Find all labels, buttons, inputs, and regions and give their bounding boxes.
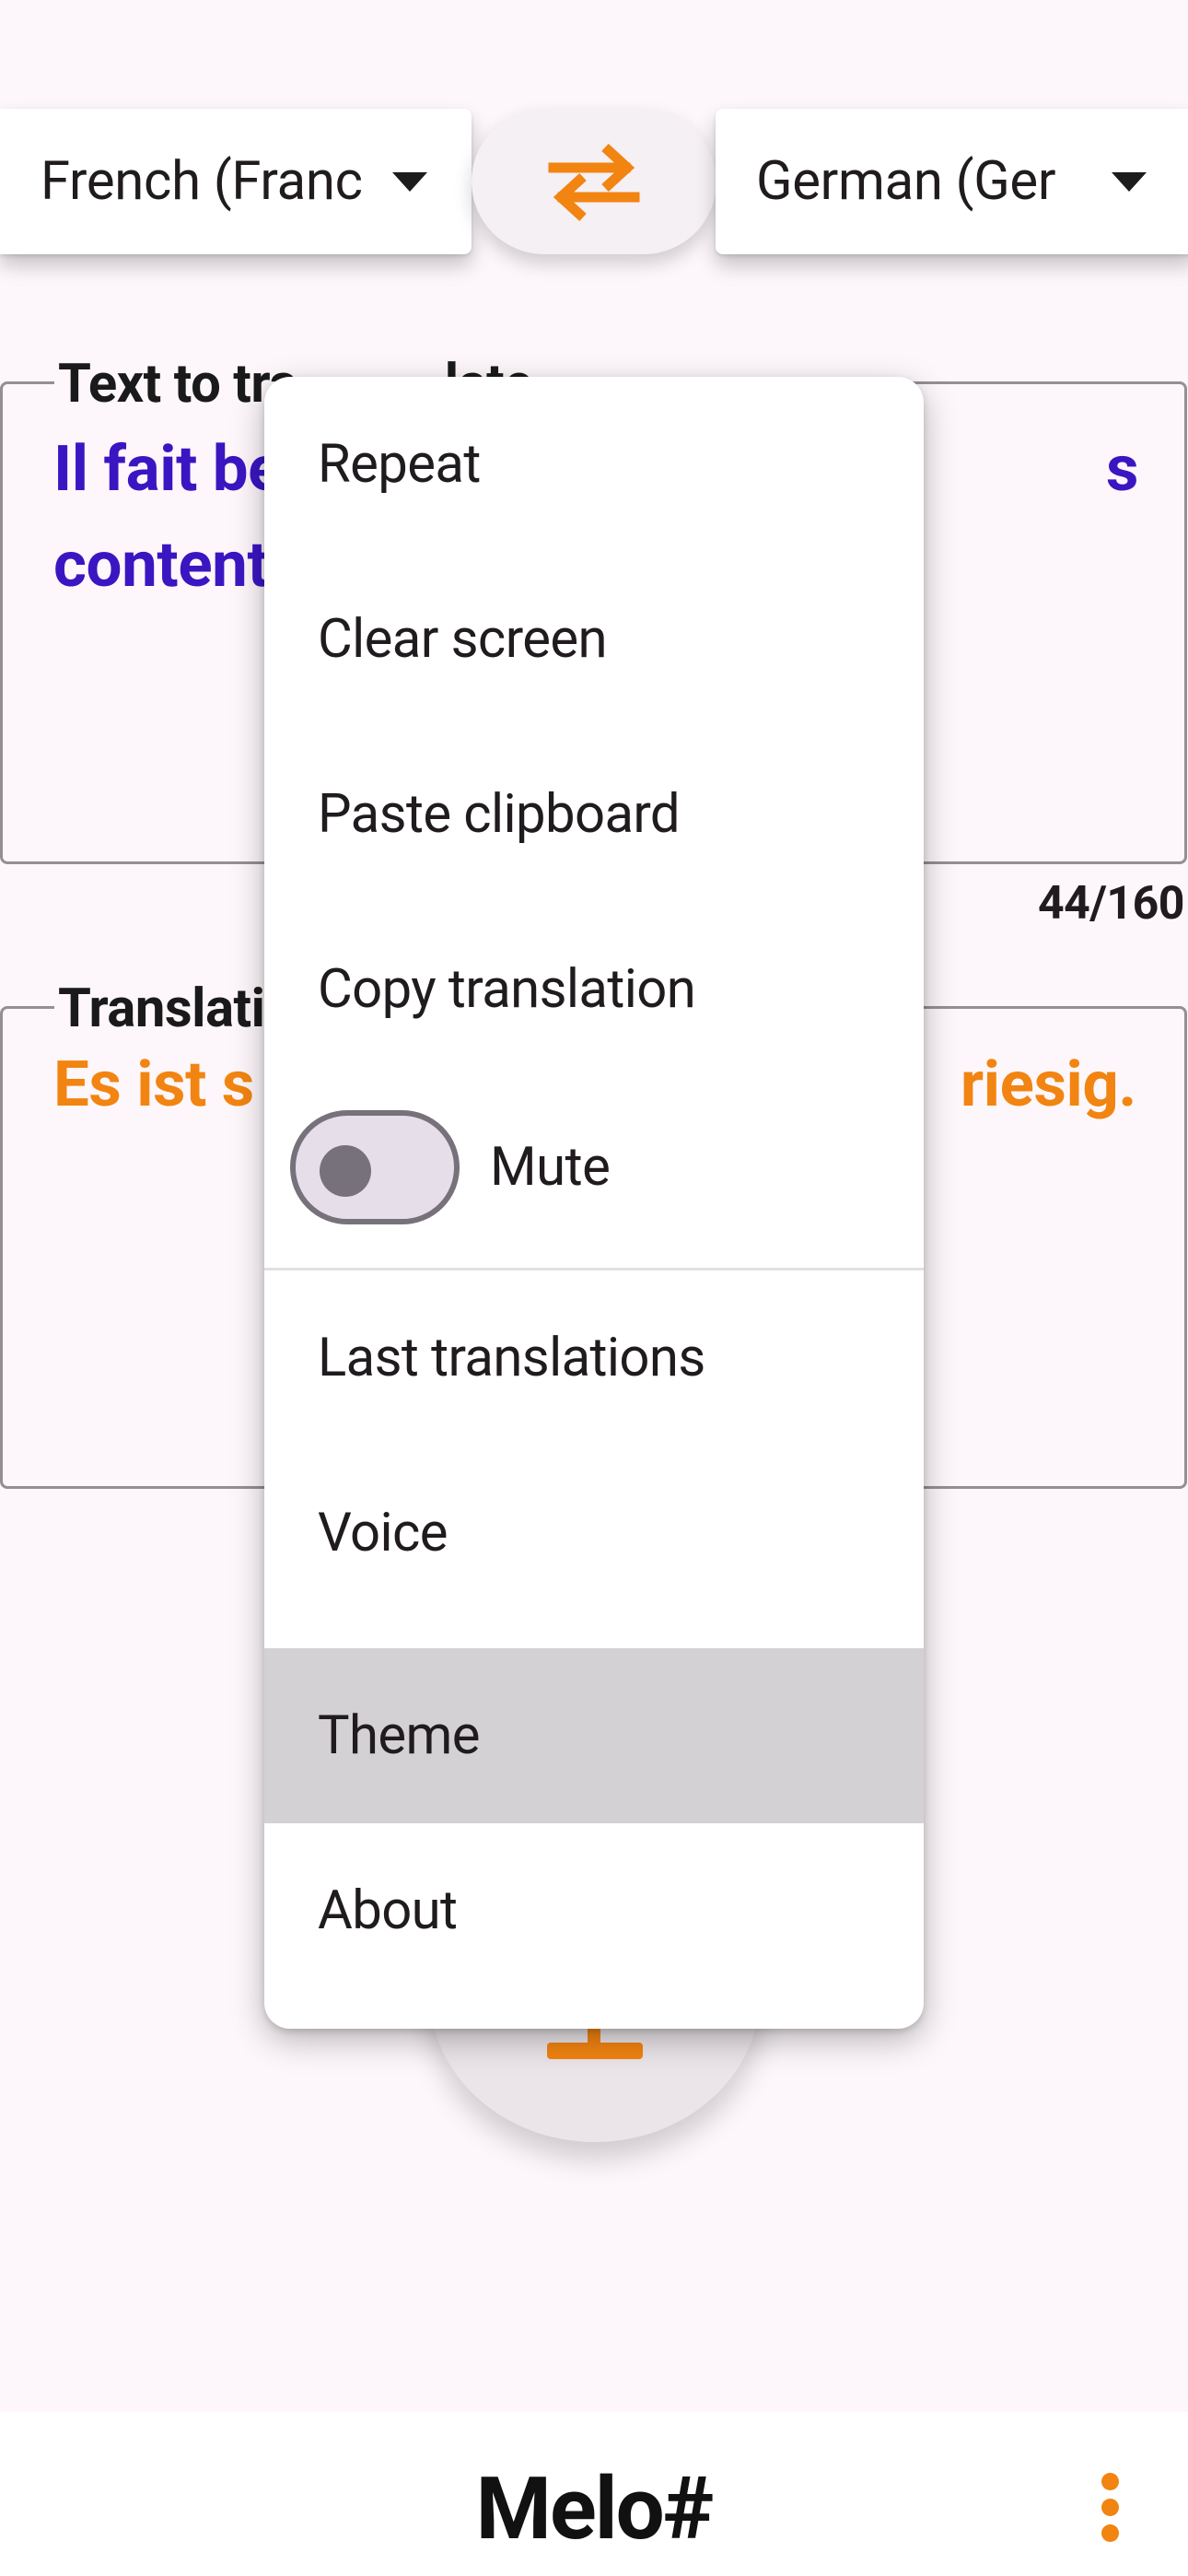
app-title: Melo# [475, 2458, 715, 2559]
translation-field-label: Translati [54, 978, 269, 1040]
character-counter: 44/160 [1038, 877, 1185, 931]
overflow-menu: Repeat Clear screen Paste clipboard Copy… [264, 377, 924, 2029]
swap-languages-button[interactable] [472, 109, 716, 254]
source-language-value: French (Franc [41, 150, 363, 213]
target-language-select[interactable]: German (Ger [716, 109, 1188, 254]
swap-arrows-icon [548, 143, 640, 222]
translation-text-tail: riesig. [960, 1047, 1137, 1121]
switch-thumb [320, 1145, 371, 1197]
microphone-icon-base [547, 2043, 643, 2059]
dropdown-arrow-icon [1112, 171, 1147, 192]
source-language-select[interactable]: French (Franc [0, 109, 472, 254]
source-text-line1: Il fait be [53, 431, 283, 506]
menu-item-repeat[interactable]: Repeat [264, 377, 924, 552]
mute-switch[interactable] [290, 1110, 460, 1224]
mute-toggle-row[interactable]: Mute [264, 1110, 924, 1248]
bottom-app-bar: Melo# [0, 2412, 1188, 2576]
source-text-line1-tail: s [1105, 431, 1138, 506]
menu-item-paste-clipboard[interactable]: Paste clipboard [264, 727, 924, 902]
dropdown-arrow-icon [392, 171, 427, 192]
dot [1101, 2473, 1119, 2490]
menu-item-about[interactable]: About [264, 1823, 924, 1998]
menu-item-voice[interactable]: Voice [264, 1446, 924, 1621]
more-vert-icon[interactable] [1092, 2473, 1129, 2543]
menu-item-clear-screen[interactable]: Clear screen [264, 552, 924, 727]
dot [1101, 2524, 1119, 2542]
mute-label: Mute [490, 1136, 611, 1199]
menu-item-last-translations[interactable]: Last translations [264, 1270, 924, 1446]
target-language-value: German (Ger [756, 150, 1056, 213]
dot [1101, 2499, 1119, 2516]
menu-item-theme[interactable]: Theme [264, 1648, 924, 1823]
menu-item-copy-translation[interactable]: Copy translation [264, 902, 924, 1077]
translation-text: Es ist s [53, 1047, 254, 1121]
